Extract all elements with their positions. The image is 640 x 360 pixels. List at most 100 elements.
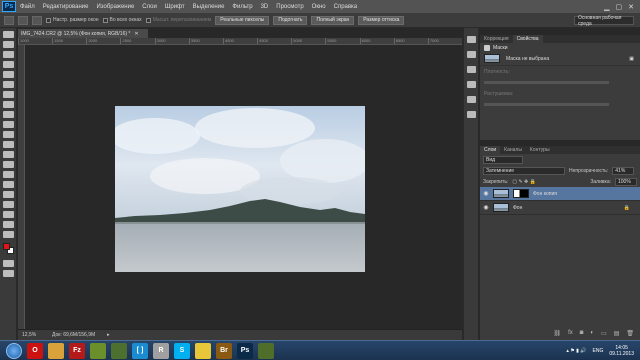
menu-image[interactable]: Изображение [92,4,138,10]
menu-edit[interactable]: Редактирование [39,4,93,10]
hand-tool-icon[interactable] [2,211,14,218]
lock-icons[interactable]: ▢ ✎ ✥ 🔒 [512,179,536,185]
menu-type[interactable]: Шрифт [161,4,189,10]
menu-3d[interactable]: 3D [257,4,273,10]
close-icon[interactable]: ✕ [628,3,634,11]
fx-icon[interactable]: fx [568,330,573,337]
dodge-tool-icon[interactable] [2,161,14,168]
opera-icon[interactable]: O [27,342,43,359]
brush-preset-icon[interactable] [466,51,476,58]
add-mask-icon[interactable]: ▣ [629,56,634,62]
menu-window[interactable]: Окно [308,4,330,10]
color-swatches[interactable] [2,242,14,256]
fit-screen-button[interactable]: Подогнать [273,15,308,25]
add-mask-icon[interactable]: ◙ [580,330,584,337]
zoom-tool-icon[interactable] [4,15,14,25]
print-size-button[interactable]: Размер оттиска [358,15,405,25]
brush-tool-icon[interactable] [2,101,14,108]
folder-icon[interactable] [48,342,64,359]
bracket-icon[interactable]: [ ] [132,342,148,359]
tab-layers[interactable]: Слои [480,146,501,154]
layer-mask-thumbnail[interactable] [513,189,529,198]
zoom-level[interactable]: 12,5% [22,332,40,338]
more-tools-icon[interactable] [2,231,14,238]
eraser-tool-icon[interactable] [2,131,14,138]
workspace-select[interactable]: Основная рабочая среда [574,15,634,27]
scrubby-zoom-checkbox[interactable]: Масшт. перетаскиванием [145,17,211,23]
screen-mode-icon[interactable] [2,270,14,277]
tool-icon[interactable] [258,342,274,359]
quick-mask-icon[interactable] [2,260,14,267]
marquee-tool-icon[interactable] [2,41,14,48]
tab-channels[interactable]: Каналы [500,146,526,154]
menu-select[interactable]: Выделение [189,4,229,10]
crop-tool-icon[interactable] [2,71,14,78]
menu-layers[interactable]: Слои [138,4,161,10]
history-icon[interactable] [466,36,476,43]
start-button[interactable] [6,342,22,359]
move-tool-icon[interactable] [2,31,14,38]
shape-tool-icon[interactable] [2,201,14,208]
photoshop-icon[interactable]: Ps [237,342,253,359]
image-canvas[interactable] [115,106,365,272]
tab-adjustments[interactable]: Коррекция [480,35,513,43]
tab-paths[interactable]: Контуры [526,146,554,154]
filezilla-icon[interactable]: Fz [69,342,85,359]
menu-file[interactable]: Файл [16,4,39,10]
blend-mode-select[interactable]: Затемнение [483,166,565,175]
layer-filter-select[interactable]: Вид [483,155,523,164]
visibility-eye-icon[interactable]: ◉ [483,190,489,197]
layer-row[interactable]: ◉ Фон 🔒 [480,201,640,215]
character-icon[interactable] [466,66,476,73]
feather-slider[interactable]: Растушевка: [480,88,640,110]
link-icon[interactable]: ⛓ [553,330,561,337]
eyedropper-tool-icon[interactable] [2,81,14,88]
fill-input[interactable]: 100% [615,177,637,186]
trash-icon[interactable]: 🗑 [626,330,634,337]
chrome-icon[interactable] [195,342,211,359]
gradient-tool-icon[interactable] [2,141,14,148]
navigator-icon[interactable] [466,111,476,118]
document-tab[interactable]: IMG_7424.CR2 @ 12,5% (Фон копия, RGB/16)… [18,29,148,38]
clock[interactable]: 14:05 09.11.2013 [609,345,634,357]
clone-stamp-tool-icon[interactable] [2,111,14,118]
visibility-eye-icon[interactable]: ◉ [483,204,489,211]
greenapp-icon[interactable] [90,342,106,359]
density-slider[interactable]: Плотность: [480,66,640,88]
menu-help[interactable]: Справка [330,4,362,10]
r-icon[interactable]: R [153,342,169,359]
blur-tool-icon[interactable] [2,151,14,158]
opacity-input[interactable]: 41% [612,166,635,175]
bridge-icon[interactable]: Br [216,342,232,359]
lasso-tool-icon[interactable] [2,51,14,58]
menu-view[interactable]: Просмотр [272,4,307,10]
layer-row[interactable]: ◉ Фон копия [480,187,640,201]
fit-screen-checkbox[interactable]: Настр. размер окон [46,17,99,23]
language-indicator[interactable]: ENG [593,348,604,354]
minimize-icon[interactable]: ▁ [604,3,609,11]
healing-brush-tool-icon[interactable] [2,91,14,98]
tray-icons[interactable]: ▴ ⚑ ▮ 🔊 [566,348,586,354]
tab-properties[interactable]: Свойства [512,35,543,43]
adjustment-icon[interactable]: ◐ [590,330,594,337]
group-icon[interactable]: ▭ [601,330,607,337]
zoom-tool-icon[interactable] [2,221,14,228]
status-arrow-icon[interactable]: ▸ [107,332,110,338]
menu-filter[interactable]: Фильтр [228,4,256,10]
maximize-icon[interactable]: ▢ [616,3,623,11]
info-icon[interactable] [466,96,476,103]
actual-pixels-button[interactable]: Реальные пикселы [215,15,270,25]
media-icon[interactable] [111,342,127,359]
type-tool-icon[interactable] [2,181,14,188]
full-screen-button[interactable]: Полный экран [311,15,355,25]
new-layer-icon[interactable]: ▤ [614,330,620,337]
history-brush-tool-icon[interactable] [2,121,14,128]
close-tab-icon[interactable]: ✕ [134,31,138,37]
paragraph-icon[interactable] [466,81,476,88]
skype-icon[interactable]: S [174,342,190,359]
zoom-in-icon[interactable] [18,15,28,25]
all-windows-checkbox[interactable]: Во всех окнах [102,17,142,23]
path-select-tool-icon[interactable] [2,191,14,198]
quick-select-tool-icon[interactable] [2,61,14,68]
zoom-out-icon[interactable] [32,15,42,25]
